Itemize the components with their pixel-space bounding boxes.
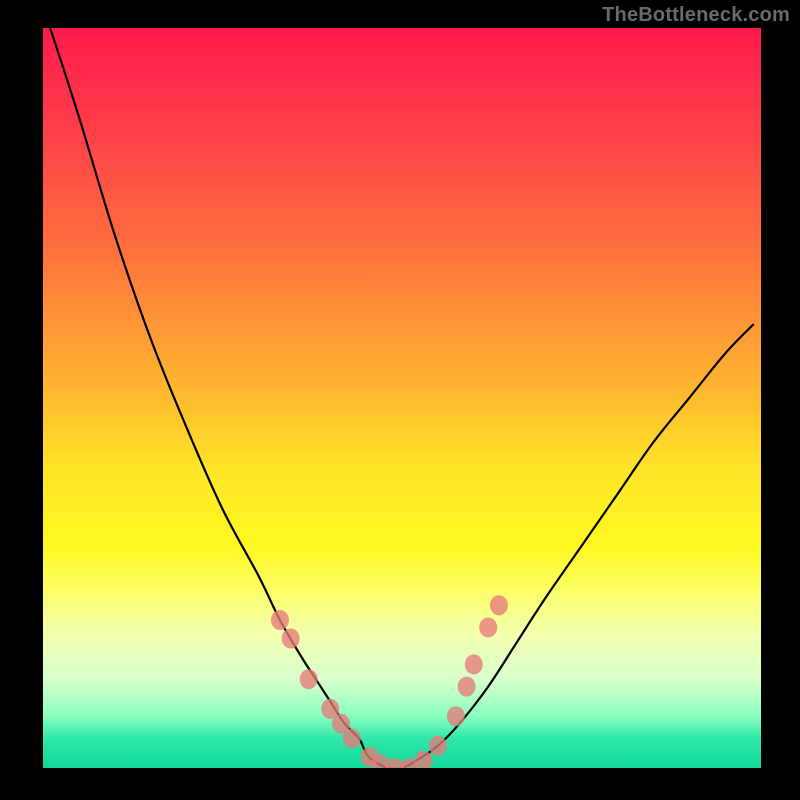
curve-marker: [321, 699, 339, 719]
curve-marker: [332, 714, 350, 734]
watermark-text: TheBottleneck.com: [602, 4, 790, 27]
curve-marker: [490, 595, 508, 615]
curve-marker: [400, 758, 418, 768]
curve-marker: [386, 758, 404, 768]
curve-marker: [479, 617, 497, 637]
curve-marker: [447, 706, 465, 726]
plot-area: [43, 28, 761, 768]
curve-marker: [361, 747, 379, 767]
curve-marker: [300, 669, 318, 689]
curve-marker: [271, 610, 289, 630]
curve-marker: [465, 654, 483, 674]
curve-marker: [282, 629, 300, 649]
curve-marker: [429, 736, 447, 756]
curve-marker: [458, 677, 476, 697]
curve-marker: [371, 754, 389, 768]
chart-frame: TheBottleneck.com: [0, 0, 800, 800]
curve-markers: [271, 595, 508, 768]
curve-marker: [343, 728, 361, 748]
bottleneck-curve: [50, 28, 754, 768]
curve-svg: [43, 28, 761, 768]
curve-marker: [415, 751, 433, 768]
